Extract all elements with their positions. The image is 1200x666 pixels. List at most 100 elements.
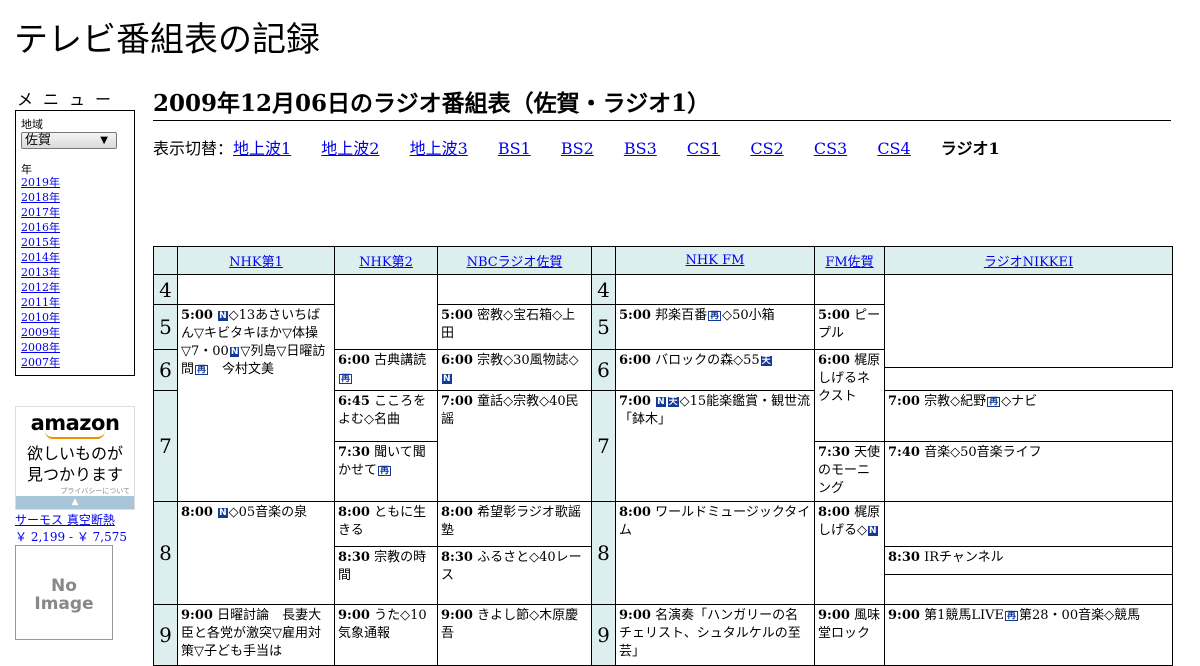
program-time: 8:00 (619, 505, 651, 521)
program-cell[interactable]: 6:45 こころをよむ◇名曲 (334, 390, 438, 443)
rerun-badge-icon: 再 (1005, 610, 1019, 621)
news-badge-icon: N (229, 346, 240, 357)
news-badge-icon: N (442, 373, 452, 384)
no-image-placeholder[interactable]: No Image (15, 545, 113, 640)
switch-link-cs2[interactable]: CS2 (750, 139, 783, 158)
program-time: 5:00 (619, 307, 651, 323)
program-cell[interactable]: 5:00 N ◇13あさいちばん▽キビタキほか▽体操▽7・00 N ▽列島▽日曜訪問再… (177, 303, 335, 503)
year-link-2012[interactable]: 2012年 (21, 281, 60, 294)
switch-link-cs1[interactable]: CS1 (687, 139, 720, 158)
program-cell[interactable]: 8:00 ワールドミュージックタイム (615, 501, 815, 605)
year-link-2019[interactable]: 2019年 (21, 176, 60, 189)
program-cell[interactable]: 6:00 宗教◇30風物誌◇ N (437, 348, 592, 392)
year-link-2018[interactable]: 2018年 (21, 191, 60, 204)
program-cell[interactable]: 8:30 ふるさと◇40レース (437, 545, 592, 605)
ad-expand-arrow-icon[interactable]: ▲ (16, 496, 134, 509)
program-cell[interactable]: 6:00 梶原しげるネクスト (814, 348, 885, 443)
program-empty (615, 274, 815, 305)
year-link-2011[interactable]: 2011年 (21, 296, 60, 309)
switch-link-chijoha1[interactable]: 地上波1 (233, 139, 291, 158)
program-cell[interactable]: 9:00 日曜討論 長妻大臣と各党が激突▽雇用対策▽子ども手当は (177, 603, 335, 666)
program-time: 7:40 (888, 445, 920, 461)
product-price: ￥ 2,199 - ￥ 7,575 (15, 530, 128, 544)
hour-header-blank-right (591, 245, 616, 276)
program-cell[interactable]: 7:40 音楽◇50音楽ライフ (884, 441, 1173, 503)
program-cell[interactable]: 7:00 宗教◇紀野再 ◇ナビ (884, 390, 1173, 443)
program-cell[interactable]: 7:00 N 天 ◇15能楽鑑賞・観世流「鉢木」 (615, 390, 815, 503)
year-link-2015[interactable]: 2015年 (21, 236, 60, 249)
program-cell[interactable]: 5:00 邦楽百番再 ◇50小箱 (615, 303, 815, 350)
weather-badge-icon: 天 (760, 355, 772, 366)
program-time: 7:00 (619, 394, 651, 410)
region-select[interactable]: 佐賀 ▼ (21, 132, 117, 149)
program-cell[interactable]: 7:00 童話◇宗教◇40民謡 (437, 390, 592, 503)
year-link-2017[interactable]: 2017年 (21, 206, 60, 219)
hour-label: 6 (153, 348, 178, 392)
ad-privacy-link[interactable]: プライバシーについて (60, 486, 130, 496)
year-link-2014[interactable]: 2014年 (21, 251, 60, 264)
program-text: 邦楽百番 (655, 307, 708, 323)
page-heading: 2009年12月06日のラジオ番組表（佐賀・ラジオ1） (153, 84, 1171, 121)
program-cell[interactable]: 9:00 風味堂ロック (814, 603, 885, 666)
program-time: 8:00 (338, 505, 370, 521)
program-cell[interactable]: 5:00 ピープル (814, 303, 885, 350)
program-time: 9:00 (181, 607, 213, 623)
hour-label: 4 (591, 274, 616, 305)
year-link-2010[interactable]: 2010年 (21, 311, 60, 324)
program-time: 8:30 (441, 549, 473, 565)
program-cell[interactable]: 6:00 古典講読再 (334, 348, 438, 392)
program-cell[interactable]: 8:30 宗教の時間 (334, 545, 438, 605)
hour-label: 9 (153, 603, 178, 666)
product-name-link[interactable]: サーモス 真空断熱 (15, 511, 115, 528)
program-cell[interactable]: 8:00 ともに生きる (334, 501, 438, 547)
no-image-text-1: No (51, 576, 77, 596)
channel-link-nbc[interactable]: NBCラジオ佐賀 (467, 255, 563, 270)
program-time: 5:00 (818, 307, 850, 323)
program-cell[interactable]: 8:00 N ◇05音楽の泉 (177, 501, 335, 605)
hour-label: 7 (153, 390, 178, 503)
program-time: 5:00 (441, 307, 473, 323)
amazon-ad-banner[interactable]: amazon 欲しいものが 見つかります プライバシーについて ▲ (15, 406, 135, 510)
program-time: 5:00 (181, 307, 213, 323)
year-link-2007[interactable]: 2007年 (21, 356, 60, 369)
switch-link-chijoha2[interactable]: 地上波2 (321, 139, 379, 158)
program-cell[interactable]: 9:00 名演奏「ハンガリーの名チェリスト、シュタルケルの至芸」 (615, 603, 815, 666)
switch-link-chijoha3[interactable]: 地上波3 (410, 139, 468, 158)
channel-link-fmsaga[interactable]: FM佐賀 (825, 255, 873, 270)
switch-link-bs3[interactable]: BS3 (624, 139, 657, 158)
program-time: 6:00 (441, 352, 473, 368)
program-empty (177, 274, 335, 305)
program-text: 今村文美 (209, 361, 275, 377)
program-time: 9:00 (441, 607, 473, 623)
rerun-badge-icon: 再 (708, 310, 722, 321)
program-cell[interactable]: 9:00 きよし節◇木原慶吾 (437, 603, 592, 666)
channel-link-nhk2[interactable]: NHK第2 (359, 255, 413, 270)
program-time: 9:00 (619, 607, 651, 623)
program-cell[interactable]: 9:00 うた◇10気象通報 (334, 603, 438, 666)
switch-current-radio1: ラジオ1 (940, 139, 1000, 158)
program-cell[interactable]: 9:00 第1競馬LIVE 再第28・00音楽◇競馬 (884, 603, 1173, 666)
channel-link-nhk1[interactable]: NHK第1 (229, 255, 283, 270)
program-cell[interactable]: 7:30 天使のモーニング (814, 441, 885, 503)
program-cell[interactable]: 8:00 希望彰ラジオ歌謡塾 (437, 501, 592, 547)
switch-link-cs3[interactable]: CS3 (814, 139, 847, 158)
channel-link-nhkfm[interactable]: NHK FM (686, 253, 745, 268)
switch-link-cs4[interactable]: CS4 (877, 139, 910, 158)
switch-link-bs2[interactable]: BS2 (561, 139, 594, 158)
year-link-2009[interactable]: 2009年 (21, 326, 60, 339)
program-text: 古典講読 (374, 352, 427, 368)
channel-link-nikkei[interactable]: ラジオNIKKEI (984, 255, 1073, 270)
program-text: 宗教◇紀野 (924, 394, 987, 410)
view-switcher: 表示切替：地上波1 地上波2 地上波3 BS1 BS2 BS3 CS1 CS2 … (153, 135, 1000, 159)
program-cell[interactable]: 8:00 梶原しげる◇ N (814, 501, 885, 605)
switch-link-bs1[interactable]: BS1 (498, 139, 531, 158)
program-cell[interactable]: 6:00 バロックの森◇55 天 (615, 348, 815, 392)
program-cell[interactable]: 5:00 密教◇宝石箱◇上田 (437, 303, 592, 350)
year-link-2013[interactable]: 2013年 (21, 266, 60, 279)
program-cell[interactable]: 7:30 聞いて聞かせて再 (334, 441, 438, 503)
program-time: 7:00 (888, 394, 920, 410)
program-cell[interactable]: 8:30 IRチャンネル (884, 545, 1173, 576)
year-link-2016[interactable]: 2016年 (21, 221, 60, 234)
rerun-badge-icon: 再 (339, 373, 353, 384)
year-link-2008[interactable]: 2008年 (21, 341, 60, 354)
